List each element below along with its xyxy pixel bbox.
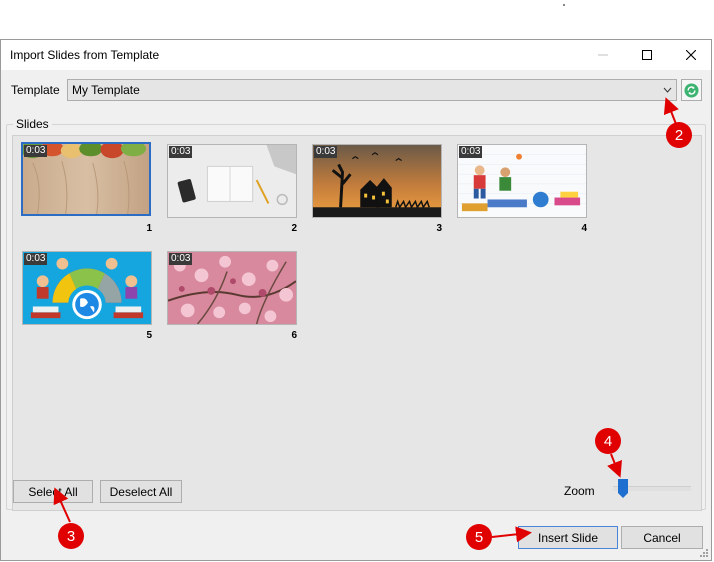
maximize-button[interactable] — [625, 40, 669, 70]
chevron-down-icon — [663, 87, 672, 93]
slide-duration-badge: 0:03 — [169, 146, 193, 158]
slide-thumbnail-1[interactable]: 0:03 — [21, 142, 151, 216]
slide-thumbnail-3[interactable]: 0:03 — [312, 144, 442, 218]
slide-number-label: 4 — [581, 223, 587, 234]
slide-number-label: 1 — [146, 223, 152, 234]
slide-duration-badge: 0:03 — [24, 253, 48, 265]
refresh-button[interactable] — [681, 79, 702, 101]
slide-thumbnail-6[interactable]: 0:03 — [167, 251, 297, 325]
slide-thumbnail-5[interactable]: 0:03 — [22, 251, 152, 325]
insert-slide-button[interactable]: Insert Slide — [518, 526, 618, 549]
close-button[interactable] — [669, 40, 713, 70]
slides-group-label: Slides — [13, 117, 52, 131]
cancel-button[interactable]: Cancel — [621, 526, 703, 549]
slide-thumbnail-2[interactable]: 0:03 — [167, 144, 297, 218]
maximize-icon — [642, 50, 652, 60]
slide-duration-badge: 0:03 — [314, 146, 338, 158]
refresh-icon — [684, 83, 699, 97]
deselect-all-button[interactable]: Deselect All — [100, 480, 182, 503]
template-label: Template — [11, 83, 60, 97]
title-bar: Import Slides from Template — [1, 40, 711, 70]
callout-badge-2: 2 — [666, 122, 692, 148]
callout-badge-3: 3 — [58, 523, 84, 549]
window-title: Import Slides from Template — [10, 48, 160, 62]
slide-duration-badge: 0:03 — [459, 146, 483, 158]
slide-number-label: 2 — [291, 223, 297, 234]
minimize-button[interactable] — [581, 40, 625, 70]
slide-number-label: 6 — [291, 330, 297, 341]
stray-dot — [563, 4, 565, 6]
zoom-label: Zoom — [564, 484, 595, 498]
slide-duration-badge: 0:03 — [169, 253, 193, 265]
minimize-icon — [598, 54, 608, 56]
select-all-button[interactable]: Select All — [13, 480, 93, 503]
zoom-slider-thumb[interactable] — [618, 479, 628, 498]
callout-badge-5: 5 — [466, 524, 492, 550]
callout-badge-4: 4 — [595, 428, 621, 454]
import-slides-dialog: Import Slides from Template Template My … — [0, 39, 712, 561]
resize-grip-icon[interactable] — [699, 548, 709, 558]
slide-number-label: 3 — [436, 223, 442, 234]
slide-thumbnail-4[interactable]: 0:03 — [457, 144, 587, 218]
template-dropdown[interactable]: My Template — [67, 79, 677, 101]
slide-duration-badge: 0:03 — [24, 145, 48, 157]
template-dropdown-value: My Template — [72, 83, 140, 97]
close-icon — [686, 50, 696, 60]
slide-number-label: 5 — [146, 330, 152, 341]
